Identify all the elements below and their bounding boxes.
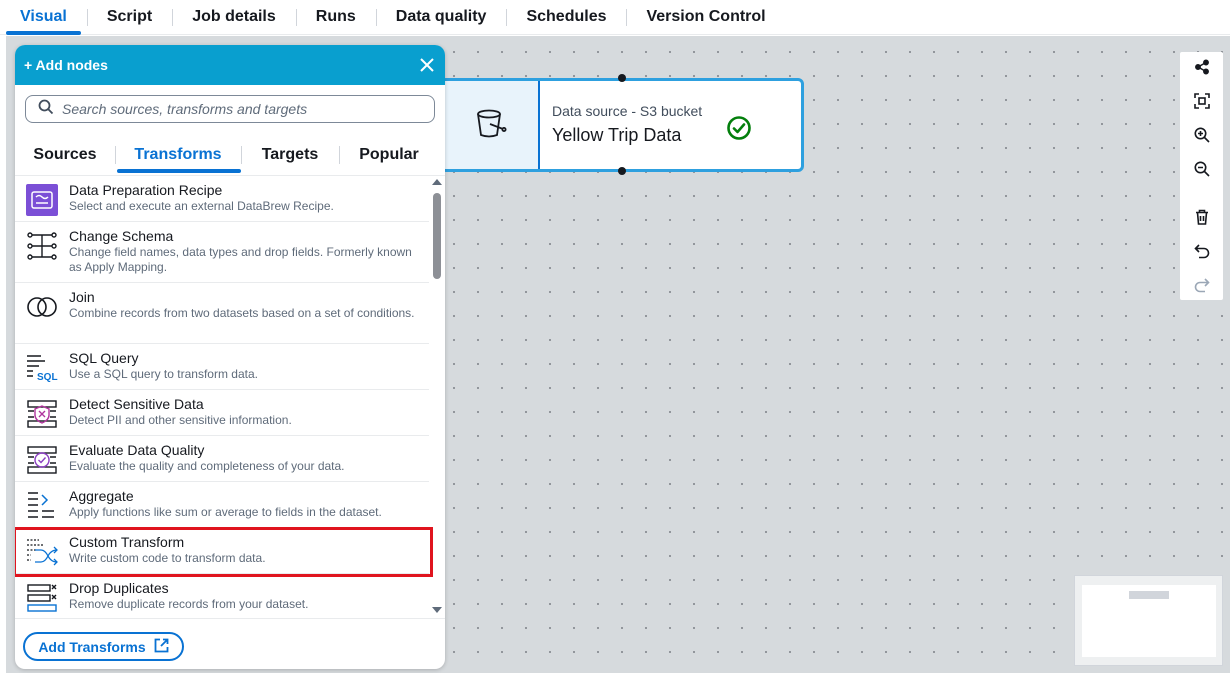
tab-sources[interactable]: Sources (15, 141, 115, 175)
list-scrollbar[interactable] (429, 175, 445, 618)
item-desc: Write custom code to transform data. (69, 551, 266, 565)
canvas-toolbar (1180, 52, 1223, 300)
node-type-label: Data source - S3 bucket (552, 103, 703, 119)
evaluate-data-quality-icon (25, 441, 59, 476)
minimap-node (1129, 591, 1169, 599)
list-item-change-schema[interactable]: Change Schema Change field names, data t… (15, 222, 429, 283)
panel-footer: Add Transforms (15, 618, 445, 669)
add-transforms-button[interactable]: Add Transforms (23, 632, 184, 661)
join-icon (25, 288, 59, 338)
change-schema-icon (25, 227, 59, 277)
tab-data-quality[interactable]: Data quality (375, 0, 507, 35)
detect-sensitive-data-icon (25, 395, 59, 430)
list-item-evaluate-data-quality[interactable]: Evaluate Data Quality Evaluate the quali… (15, 436, 429, 482)
node-body: Data source - S3 bucket Yellow Trip Data (540, 81, 801, 169)
redo-icon[interactable] (1180, 272, 1223, 298)
list-item-custom-transform[interactable]: Custom Transform Write custom code to tr… (15, 528, 429, 574)
item-desc: Detect PII and other sensitive informati… (69, 413, 292, 427)
scrollbar-thumb[interactable] (433, 193, 441, 279)
undo-icon[interactable] (1180, 238, 1223, 264)
data-source-node[interactable]: Data source - S3 bucket Yellow Trip Data (440, 78, 804, 172)
delete-icon[interactable] (1180, 204, 1223, 230)
sql-query-icon: SQL (25, 349, 59, 384)
search-icon (38, 99, 54, 120)
databrew-recipe-icon (25, 181, 59, 216)
node-output-port[interactable] (618, 167, 626, 175)
item-title: Drop Duplicates (69, 580, 169, 596)
item-title: Detect Sensitive Data (69, 396, 204, 412)
transforms-list: Data Preparation Recipe Select and execu… (15, 175, 445, 618)
list-item-aggregate[interactable]: Aggregate Apply functions like sum or av… (15, 482, 429, 528)
item-desc: Change field names, data types and drop … (69, 245, 412, 274)
external-link-icon (154, 638, 169, 656)
item-desc: Remove duplicate records from your datas… (69, 597, 309, 611)
list-item-join[interactable]: Join Combine records from two datasets b… (15, 283, 429, 344)
item-title: Join (69, 289, 95, 305)
list-item-drop-duplicates[interactable]: Drop Duplicates Remove duplicate records… (15, 574, 429, 618)
layout-icon[interactable] (1180, 54, 1223, 80)
item-title: Change Schema (69, 228, 174, 244)
fit-view-icon[interactable] (1180, 88, 1223, 114)
tab-visual[interactable]: Visual (0, 0, 87, 35)
panel-header: + Add nodes (15, 45, 445, 85)
item-desc: Combine records from two datasets based … (69, 306, 415, 320)
search-input[interactable] (62, 101, 422, 117)
panel-tabs: Sources Transforms Targets Popular (15, 141, 445, 175)
minimap[interactable] (1074, 575, 1223, 666)
check-circle-icon (726, 115, 752, 146)
custom-transform-icon (25, 533, 59, 568)
aggregate-icon (25, 487, 59, 522)
top-tab-bar: Visual Script Job details Runs Data qual… (0, 0, 1230, 35)
scroll-down-icon[interactable] (432, 607, 442, 613)
zoom-in-icon[interactable] (1180, 122, 1223, 148)
item-desc: Apply functions like sum or average to f… (69, 505, 382, 519)
tab-runs[interactable]: Runs (295, 0, 376, 35)
drop-duplicates-icon (25, 579, 59, 614)
item-desc: Use a SQL query to transform data. (69, 367, 258, 381)
item-title: Custom Transform (69, 534, 185, 550)
list-item-sql-query[interactable]: SQL SQL Query Use a SQL query to transfo… (15, 344, 429, 390)
tab-targets[interactable]: Targets (241, 141, 339, 175)
item-desc: Evaluate the quality and completeness of… (69, 459, 345, 473)
list-item-data-preparation-recipe[interactable]: Data Preparation Recipe Select and execu… (15, 176, 429, 222)
add-transforms-label: Add Transforms (38, 638, 146, 655)
s3-bucket-icon (474, 106, 508, 145)
close-icon[interactable] (419, 57, 435, 73)
minimap-viewport (1082, 585, 1216, 657)
item-title: Aggregate (69, 488, 134, 504)
scroll-up-icon[interactable] (432, 179, 442, 185)
item-title: SQL Query (69, 350, 139, 366)
item-title: Evaluate Data Quality (69, 442, 205, 458)
tab-job-details[interactable]: Job details (172, 0, 296, 35)
search-box (25, 95, 435, 123)
node-icon-box (443, 81, 540, 169)
add-nodes-panel: + Add nodes Sources Transforms Targets P… (15, 45, 445, 669)
node-input-port[interactable] (618, 74, 626, 82)
tab-version-control[interactable]: Version Control (626, 0, 785, 35)
tab-popular[interactable]: Popular (339, 141, 439, 175)
panel-title: + Add nodes (24, 57, 108, 73)
node-name: Yellow Trip Data (552, 125, 682, 145)
tab-transforms[interactable]: Transforms (115, 141, 241, 175)
tab-script[interactable]: Script (86, 0, 172, 35)
item-desc: Select and execute an external DataBrew … (69, 199, 334, 213)
item-title: Data Preparation Recipe (69, 182, 223, 198)
zoom-out-icon[interactable] (1180, 156, 1223, 182)
list-item-detect-sensitive-data[interactable]: Detect Sensitive Data Detect PII and oth… (15, 390, 429, 436)
tab-schedules[interactable]: Schedules (506, 0, 626, 35)
svg-text:SQL: SQL (37, 372, 58, 383)
